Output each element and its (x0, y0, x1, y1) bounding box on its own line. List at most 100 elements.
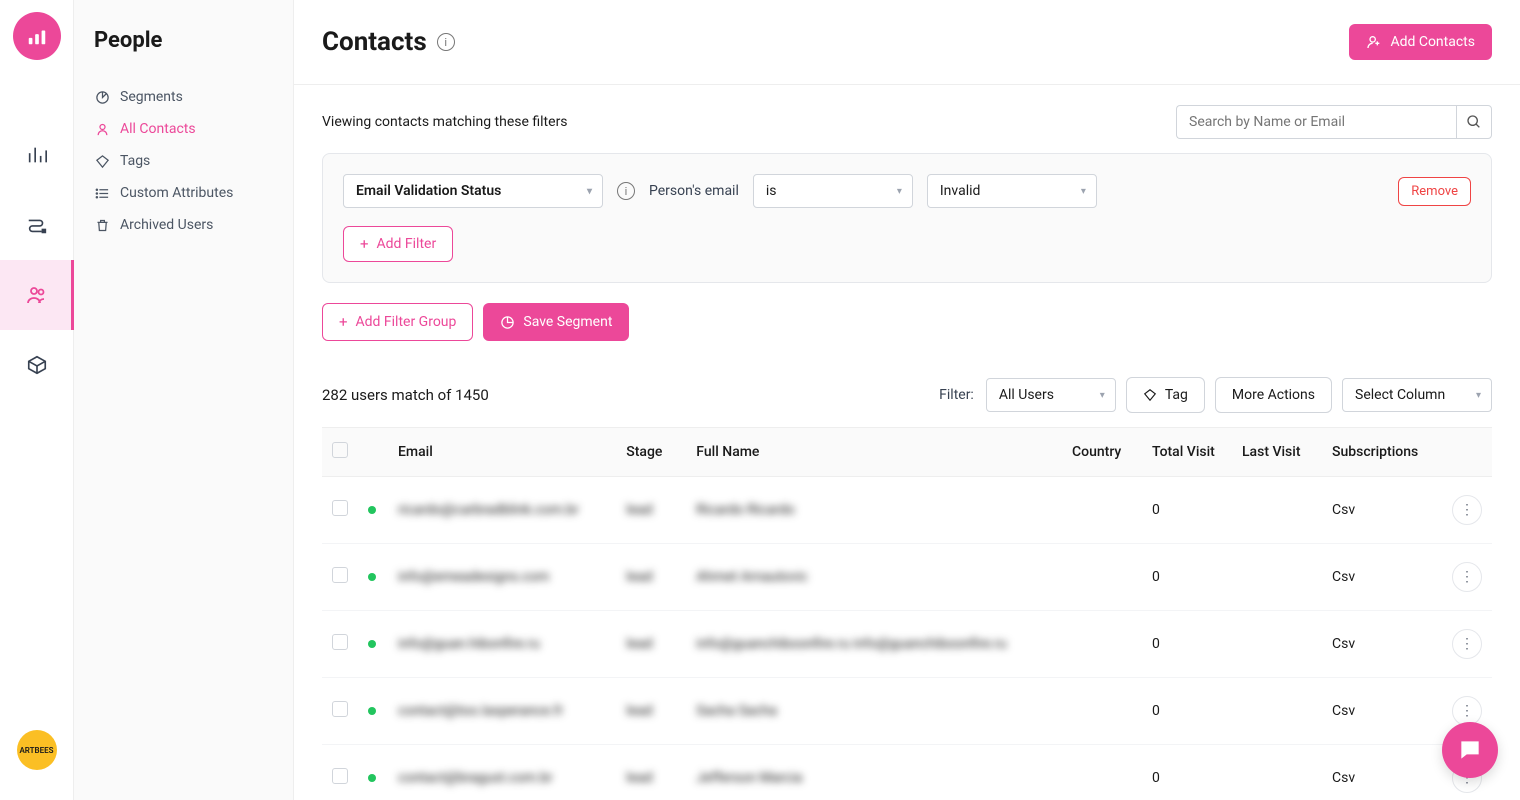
select-column-label: Select Column (1355, 387, 1445, 403)
row-total-visit: 0 (1152, 569, 1160, 585)
add-filter-group-button[interactable]: + Add Filter Group (322, 303, 473, 341)
row-email[interactable]: info@emeadesigns.com (398, 569, 549, 585)
sidebar-item-segments[interactable]: Segments (94, 81, 273, 113)
table-row: ricardo@carbradblink.com.br lead Ricardo R… (322, 477, 1492, 544)
filter-heading: Viewing contacts matching these filters (322, 114, 568, 130)
more-actions-button[interactable]: More Actions (1215, 377, 1332, 413)
add-contacts-button[interactable]: Add Contacts (1349, 24, 1492, 60)
row-full-name: Ahmet Arnautovic (696, 569, 807, 585)
row-email[interactable]: contact@too.lasperance.fr (398, 703, 563, 719)
filter-users-select[interactable]: All Users ▾ (986, 378, 1116, 412)
col-stage[interactable]: Stage (616, 428, 686, 477)
filter-value-select[interactable]: Invalid ▾ (927, 174, 1097, 208)
row-checkbox[interactable] (332, 500, 348, 516)
status-dot (368, 573, 376, 581)
filter-label: Filter: (939, 387, 974, 403)
col-country[interactable]: Country (1062, 428, 1142, 477)
chevron-down-icon: ▾ (1476, 390, 1481, 401)
filter-attribute-value: Email Validation Status (356, 183, 501, 199)
bars-icon (26, 25, 48, 47)
chevron-down-icon: ▾ (1081, 186, 1086, 197)
chat-icon (1457, 737, 1483, 763)
filter-operator-select[interactable]: is ▾ (753, 174, 913, 208)
workspace-badge[interactable]: ARTBEES (17, 730, 57, 770)
row-more-button[interactable]: ⋮ (1452, 562, 1482, 592)
row-checkbox[interactable] (332, 701, 348, 717)
col-total-visit[interactable]: Total Visit (1142, 428, 1232, 477)
save-segment-button[interactable]: Save Segment (483, 303, 629, 341)
row-subscriptions: Csv (1332, 703, 1355, 719)
row-full-name: Jefferson Marcia (696, 770, 802, 786)
chevron-down-icon: ▾ (1100, 390, 1105, 401)
cube-icon (26, 354, 48, 376)
row-checkbox[interactable] (332, 634, 348, 650)
sidebar-item-label: Custom Attributes (120, 185, 233, 201)
row-stage: lead (626, 703, 652, 719)
save-segment-label: Save Segment (523, 314, 612, 330)
chat-fab[interactable] (1442, 722, 1498, 778)
nav-cube[interactable] (0, 330, 74, 400)
nav-people[interactable] (0, 260, 74, 330)
sidebar-item-all-contacts[interactable]: All Contacts (94, 113, 273, 145)
icon-rail: ARTBEES (0, 0, 74, 800)
search-input[interactable] (1176, 105, 1456, 139)
people-icon (25, 283, 49, 307)
content: Viewing contacts matching these filters … (294, 85, 1520, 800)
row-full-name: Ricardo Ricardo (696, 502, 794, 518)
row-stage: lead (626, 770, 652, 786)
row-subscriptions: Csv (1332, 569, 1355, 585)
select-all-checkbox[interactable] (332, 442, 348, 458)
person-plus-icon (1366, 34, 1382, 50)
trash-icon (94, 217, 110, 233)
row-subscriptions: Csv (1332, 770, 1355, 786)
main: Contacts i Add Contacts Viewing contacts… (294, 0, 1520, 800)
add-filter-button[interactable]: + Add Filter (343, 226, 453, 262)
list-icon (94, 185, 110, 201)
chart-icon (26, 144, 48, 166)
workspace-badge-label: ARTBEES (19, 746, 53, 755)
sidebar-item-label: Segments (120, 89, 183, 105)
filter-condition-label: Person's email (649, 183, 739, 199)
status-dot (368, 640, 376, 648)
status-dot (368, 774, 376, 782)
row-email[interactable]: info@guan.hibonfire.ru (398, 636, 540, 652)
add-filter-group-label: Add Filter Group (356, 314, 457, 330)
sidebar-item-archived-users[interactable]: Archived Users (94, 209, 273, 241)
row-total-visit: 0 (1152, 770, 1160, 786)
row-more-button[interactable]: ⋮ (1452, 495, 1482, 525)
col-email[interactable]: Email (388, 428, 616, 477)
results-count: 282 users match of 1450 (322, 386, 489, 404)
row-full-name: info@guanchiboonfire.ru info@guanchiboon… (696, 636, 1006, 652)
row-total-visit: 0 (1152, 703, 1160, 719)
row-more-button[interactable]: ⋮ (1452, 629, 1482, 659)
select-column-button[interactable]: Select Column ▾ (1342, 378, 1492, 412)
col-full-name[interactable]: Full Name (686, 428, 1062, 477)
filter-info-icon[interactable]: i (617, 182, 635, 200)
row-checkbox[interactable] (332, 768, 348, 784)
info-icon[interactable]: i (437, 33, 455, 51)
remove-filter-button[interactable]: Remove (1398, 177, 1471, 206)
sidebar-title: People (94, 28, 273, 53)
nav-flows[interactable] (0, 190, 74, 260)
row-stage: lead (626, 502, 652, 518)
nav-dashboard[interactable] (0, 120, 74, 190)
sidebar-item-custom-attributes[interactable]: Custom Attributes (94, 177, 273, 209)
app-logo[interactable] (13, 12, 61, 60)
search-button[interactable] (1456, 105, 1492, 139)
topbar: Contacts i Add Contacts (294, 0, 1520, 85)
filter-attribute-select[interactable]: Email Validation Status ▾ (343, 174, 603, 208)
row-email[interactable]: ricardo@carbradblink.com.br (398, 502, 579, 518)
tag-button[interactable]: Tag (1126, 377, 1205, 413)
table-row: info@guan.hibonfire.ruleadinfo@guanchibo… (322, 611, 1492, 678)
person-icon (94, 121, 110, 137)
sidebar-item-tags[interactable]: Tags (94, 145, 273, 177)
sidebar-item-label: Archived Users (120, 217, 213, 233)
add-contacts-label: Add Contacts (1390, 34, 1475, 50)
row-email[interactable]: contact@bragust.com.br (398, 770, 553, 786)
filter-operator-value: is (766, 183, 777, 199)
flow-icon (26, 214, 48, 236)
col-last-visit[interactable]: Last Visit (1232, 428, 1322, 477)
row-checkbox[interactable] (332, 567, 348, 583)
col-subscriptions[interactable]: Subscriptions (1322, 428, 1442, 477)
chevron-down-icon: ▾ (587, 186, 592, 197)
